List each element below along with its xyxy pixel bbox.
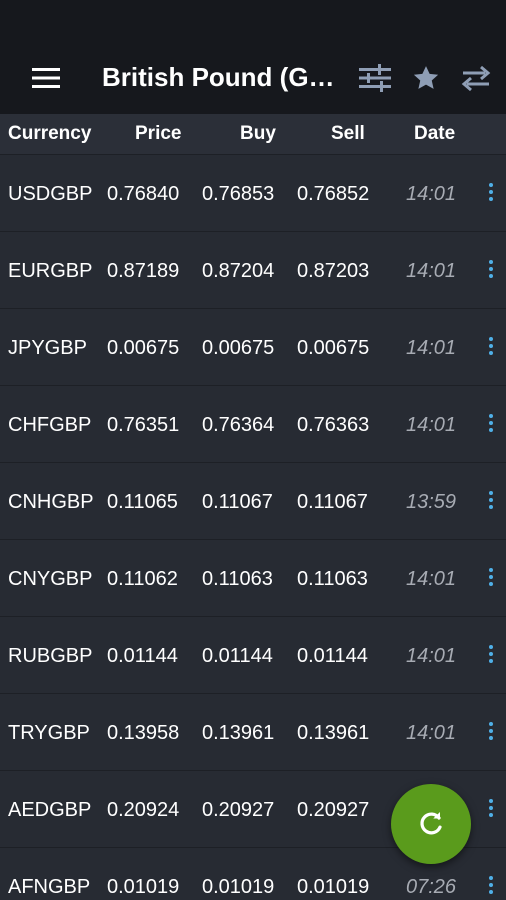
column-header-buy[interactable]: Buy — [240, 123, 276, 145]
buy-cell: 0.01019 — [202, 876, 275, 898]
price-cell: 0.01019 — [107, 876, 180, 898]
currency-cell: RUBGBP — [8, 645, 93, 667]
more-options-icon[interactable] — [486, 337, 496, 359]
table-row[interactable]: RUBGBP 0.01144 0.01144 0.01144 14:01 — [0, 617, 506, 694]
table-row[interactable]: JPYGBP 0.00675 0.00675 0.00675 14:01 — [0, 309, 506, 386]
more-options-icon[interactable] — [486, 491, 496, 513]
more-options-icon[interactable] — [486, 414, 496, 436]
column-header-sell[interactable]: Sell — [331, 123, 365, 145]
buy-cell: 0.13961 — [202, 722, 275, 744]
buy-cell: 0.20927 — [202, 799, 275, 821]
more-options-icon[interactable] — [486, 645, 496, 667]
date-cell: 14:01 — [406, 183, 457, 205]
price-cell: 0.00675 — [107, 337, 180, 359]
column-header-price[interactable]: Price — [135, 123, 181, 145]
price-cell: 0.87189 — [107, 260, 180, 282]
sell-cell: 0.13961 — [297, 722, 370, 744]
date-cell: 14:01 — [406, 722, 457, 744]
more-options-icon[interactable] — [486, 876, 496, 898]
buy-cell: 0.87204 — [202, 260, 275, 282]
buy-cell: 0.00675 — [202, 337, 275, 359]
table-header: Currency Price Buy Sell Date — [0, 114, 506, 155]
buy-cell: 0.01144 — [202, 645, 273, 667]
status-bar — [0, 0, 506, 40]
more-options-icon[interactable] — [486, 260, 496, 282]
currency-cell: CHFGBP — [8, 414, 92, 436]
buy-cell: 0.76364 — [202, 414, 275, 436]
currency-cell: EURGBP — [8, 260, 93, 282]
column-header-currency[interactable]: Currency — [8, 123, 91, 145]
sell-cell: 0.76852 — [297, 183, 370, 205]
buy-cell: 0.76853 — [202, 183, 275, 205]
swap-icon[interactable] — [456, 58, 496, 98]
sliders-icon[interactable] — [355, 58, 395, 98]
table-row[interactable]: EURGBP 0.87189 0.87204 0.87203 14:01 — [0, 232, 506, 309]
sell-cell: 0.11063 — [297, 568, 368, 590]
currency-cell: CNHGBP — [8, 491, 94, 513]
date-cell: 14:01 — [406, 337, 457, 359]
date-cell: 14:01 — [406, 645, 457, 667]
date-cell: 14:01 — [406, 260, 457, 282]
table-row[interactable]: CNYGBP 0.11062 0.11063 0.11063 14:01 — [0, 540, 506, 617]
refresh-icon — [420, 812, 442, 835]
sell-cell: 0.87203 — [297, 260, 370, 282]
price-cell: 0.76351 — [107, 414, 180, 436]
price-cell: 0.13958 — [107, 722, 180, 744]
currency-cell: AEDGBP — [8, 799, 92, 821]
currency-cell: CNYGBP — [8, 568, 93, 590]
more-options-icon[interactable] — [486, 799, 496, 821]
currency-cell: AFNGBP — [8, 876, 91, 898]
table-row[interactable]: CHFGBP 0.76351 0.76364 0.76363 14:01 — [0, 386, 506, 463]
sell-cell: 0.20927 — [297, 799, 370, 821]
sell-cell: 0.00675 — [297, 337, 370, 359]
sell-cell: 0.76363 — [297, 414, 370, 436]
price-cell: 0.01144 — [107, 645, 178, 667]
refresh-button[interactable] — [391, 784, 471, 864]
column-header-date[interactable]: Date — [414, 123, 455, 145]
sell-cell: 0.01144 — [297, 645, 368, 667]
price-cell: 0.20924 — [107, 799, 180, 821]
star-icon[interactable] — [406, 58, 446, 98]
currency-cell: JPYGBP — [8, 337, 87, 359]
more-options-icon[interactable] — [486, 568, 496, 590]
more-options-icon[interactable] — [486, 183, 496, 205]
sell-cell: 0.01019 — [297, 876, 370, 898]
buy-cell: 0.11067 — [202, 491, 273, 513]
price-cell: 0.11065 — [107, 491, 178, 513]
date-cell: 14:01 — [406, 568, 457, 590]
date-cell: 14:01 — [406, 414, 457, 436]
page-title: British Pound (GBP) — [102, 62, 342, 92]
app-toolbar: British Pound (GBP) — [0, 40, 506, 114]
table-row[interactable]: TRYGBP 0.13958 0.13961 0.13961 14:01 — [0, 694, 506, 771]
app-screen: British Pound (GBP) Currency Price Buy S… — [0, 0, 506, 900]
currency-cell: TRYGBP — [8, 722, 90, 744]
price-cell: 0.11062 — [107, 568, 178, 590]
date-cell: 07:26 — [406, 876, 457, 898]
currency-cell: USDGBP — [8, 183, 93, 205]
date-cell: 13:59 — [406, 491, 457, 513]
sell-cell: 0.11067 — [297, 491, 368, 513]
table-row[interactable]: CNHGBP 0.11065 0.11067 0.11067 13:59 — [0, 463, 506, 540]
price-cell: 0.76840 — [107, 183, 180, 205]
more-options-icon[interactable] — [486, 722, 496, 744]
table-row[interactable]: USDGBP 0.76840 0.76853 0.76852 14:01 — [0, 155, 506, 232]
buy-cell: 0.11063 — [202, 568, 273, 590]
menu-icon[interactable] — [28, 62, 64, 94]
